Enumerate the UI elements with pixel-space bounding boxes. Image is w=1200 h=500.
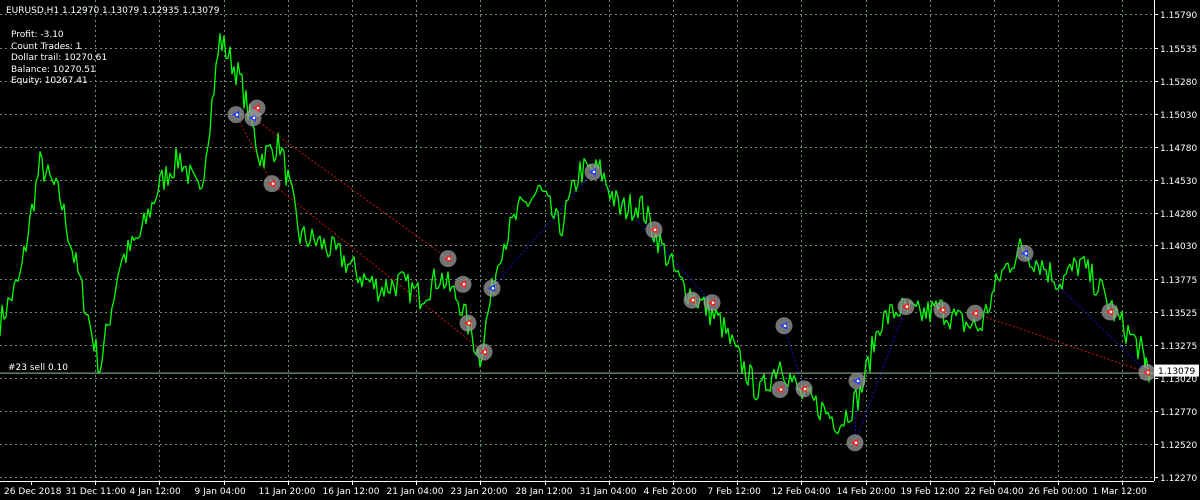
trade-marker[interactable] xyxy=(683,291,701,309)
marker-dot xyxy=(856,379,860,383)
x-tick-label: 26 Dec 2018 xyxy=(4,487,62,497)
x-tick-label: 21 Jan 04:00 xyxy=(387,487,444,497)
trade-marker[interactable] xyxy=(897,298,915,316)
y-tick-label: 1.12520 xyxy=(1160,441,1197,451)
trade-marker[interactable] xyxy=(454,275,472,293)
order-label: #23 sell 0.10 xyxy=(8,363,68,373)
y-tick-label: 1.15535 xyxy=(1160,45,1197,55)
trade-marker[interactable] xyxy=(227,106,245,124)
y-tick-label: 1.14530 xyxy=(1160,177,1197,187)
x-tick-label: 12 Feb 04:00 xyxy=(772,487,831,497)
marker-dot xyxy=(462,283,466,286)
marker-dot xyxy=(1146,371,1150,374)
trade-marker[interactable] xyxy=(966,304,984,322)
marker-dot xyxy=(592,170,596,174)
x-tick-label: 31 Jan 04:00 xyxy=(580,487,637,497)
x-tick-label: 28 Jan 12:00 xyxy=(516,487,573,497)
marker-dot xyxy=(447,257,451,260)
y-tick-label: 1.14280 xyxy=(1160,210,1197,220)
current-price-tag: 1.13079 xyxy=(1155,364,1199,377)
account-info-line: Balance: 10270.51 xyxy=(11,64,96,75)
trade-marker[interactable] xyxy=(775,317,793,335)
trade-marker[interactable] xyxy=(933,301,951,319)
x-tick-label: 4 Feb 20:00 xyxy=(644,487,698,497)
trade-marker[interactable] xyxy=(703,294,721,312)
x-tick-label: 26 Feb 00:00 xyxy=(1029,487,1088,497)
chart-window[interactable]: #23 sell 0.10 1.15790 1.15535 1.15280 1.150… xyxy=(0,0,1200,500)
current-price-label: 1.13079 xyxy=(1158,367,1195,377)
time-axis[interactable]: 26 Dec 2018 31 Dec 11:00 4 Jan 12:00 9 Jan … xyxy=(4,481,1147,497)
x-tick-label: 4 Jan 12:00 xyxy=(130,487,182,497)
marker-dot xyxy=(1109,310,1113,314)
y-tick-label: 1.15790 xyxy=(1160,11,1197,21)
marker-dot xyxy=(905,305,909,308)
x-tick-label: 19 Feb 12:00 xyxy=(901,487,960,497)
marker-dot xyxy=(803,387,807,391)
x-tick-label: 16 Jan 12:00 xyxy=(323,487,380,497)
price-chart[interactable]: #23 sell 0.10 1.15790 1.15535 1.15280 1.150… xyxy=(0,0,1200,500)
marker-dot xyxy=(941,308,945,312)
marker-dot xyxy=(271,182,275,185)
trade-marker[interactable] xyxy=(1138,363,1156,381)
trade-marker[interactable] xyxy=(584,163,602,181)
y-tick-label: 1.14030 xyxy=(1160,242,1197,252)
price-axis[interactable]: 1.15790 1.15535 1.15280 1.15030 1.14780 1.145… xyxy=(1154,11,1197,484)
account-info: Profit: -3.10 Count Trades: 1 Dollar trail… xyxy=(11,30,107,88)
trade-marker[interactable] xyxy=(475,343,493,361)
trade-marker[interactable] xyxy=(439,250,457,268)
account-info-line: Profit: -3.10 xyxy=(11,30,64,40)
trade-marker[interactable] xyxy=(846,434,864,452)
trade-marker[interactable] xyxy=(848,372,866,390)
y-tick-label: 1.13775 xyxy=(1160,276,1197,286)
y-tick-label: 1.12770 xyxy=(1160,408,1197,418)
account-info-line: Count Trades: 1 xyxy=(11,41,82,52)
trade-marker[interactable] xyxy=(771,381,789,399)
marker-dot xyxy=(483,350,487,354)
trade-marker[interactable] xyxy=(263,175,281,193)
marker-dot xyxy=(711,301,715,305)
y-tick-label: 1.12270 xyxy=(1160,474,1197,484)
y-tick-label: 1.14780 xyxy=(1160,144,1197,154)
marker-dot xyxy=(256,106,260,110)
x-tick-label: 14 Feb 20:00 xyxy=(837,487,896,497)
y-tick-label: 1.15030 xyxy=(1160,111,1197,121)
y-tick-label: 1.13275 xyxy=(1160,342,1197,352)
symbol-header: EURUSD,H1 1.12970 1.13079 1.12935 1.1307… xyxy=(6,6,220,16)
x-tick-label: 31 Dec 11:00 xyxy=(66,487,127,497)
x-tick-label: 22 Feb 04:00 xyxy=(965,487,1024,497)
plot-area xyxy=(0,0,1154,481)
x-tick-label: 9 Jan 04:00 xyxy=(195,487,247,497)
marker-dot xyxy=(1024,252,1028,255)
account-info-line: Dollar trail: 10270.61 xyxy=(11,53,108,63)
x-tick-label: 7 Feb 12:00 xyxy=(708,487,762,497)
marker-dot xyxy=(252,116,256,120)
marker-dot xyxy=(854,441,858,445)
trade-marker[interactable] xyxy=(248,99,266,117)
account-info-line: Equity: 10267.41 xyxy=(11,76,88,86)
x-tick-label: 11 Jan 20:00 xyxy=(259,487,316,497)
y-tick-label: 1.15280 xyxy=(1160,78,1197,88)
y-tick-label: 1.13525 xyxy=(1160,309,1197,319)
trade-marker[interactable] xyxy=(459,314,477,332)
trade-marker[interactable] xyxy=(795,380,813,398)
marker-dot xyxy=(783,324,787,328)
marker-dot xyxy=(779,388,783,391)
marker-dot xyxy=(653,228,657,232)
marker-dot xyxy=(691,298,695,302)
marker-dot xyxy=(491,286,495,290)
trade-marker[interactable] xyxy=(1016,244,1034,262)
marker-dot xyxy=(235,113,239,116)
marker-dot xyxy=(467,321,471,325)
x-tick-label: 1 Mar 12:00 xyxy=(1093,487,1148,497)
x-tick-label: 23 Jan 20:00 xyxy=(451,487,508,497)
trade-marker[interactable] xyxy=(1101,303,1119,321)
marker-dot xyxy=(974,311,978,315)
trade-marker[interactable] xyxy=(645,221,663,239)
trade-marker[interactable] xyxy=(483,279,501,297)
